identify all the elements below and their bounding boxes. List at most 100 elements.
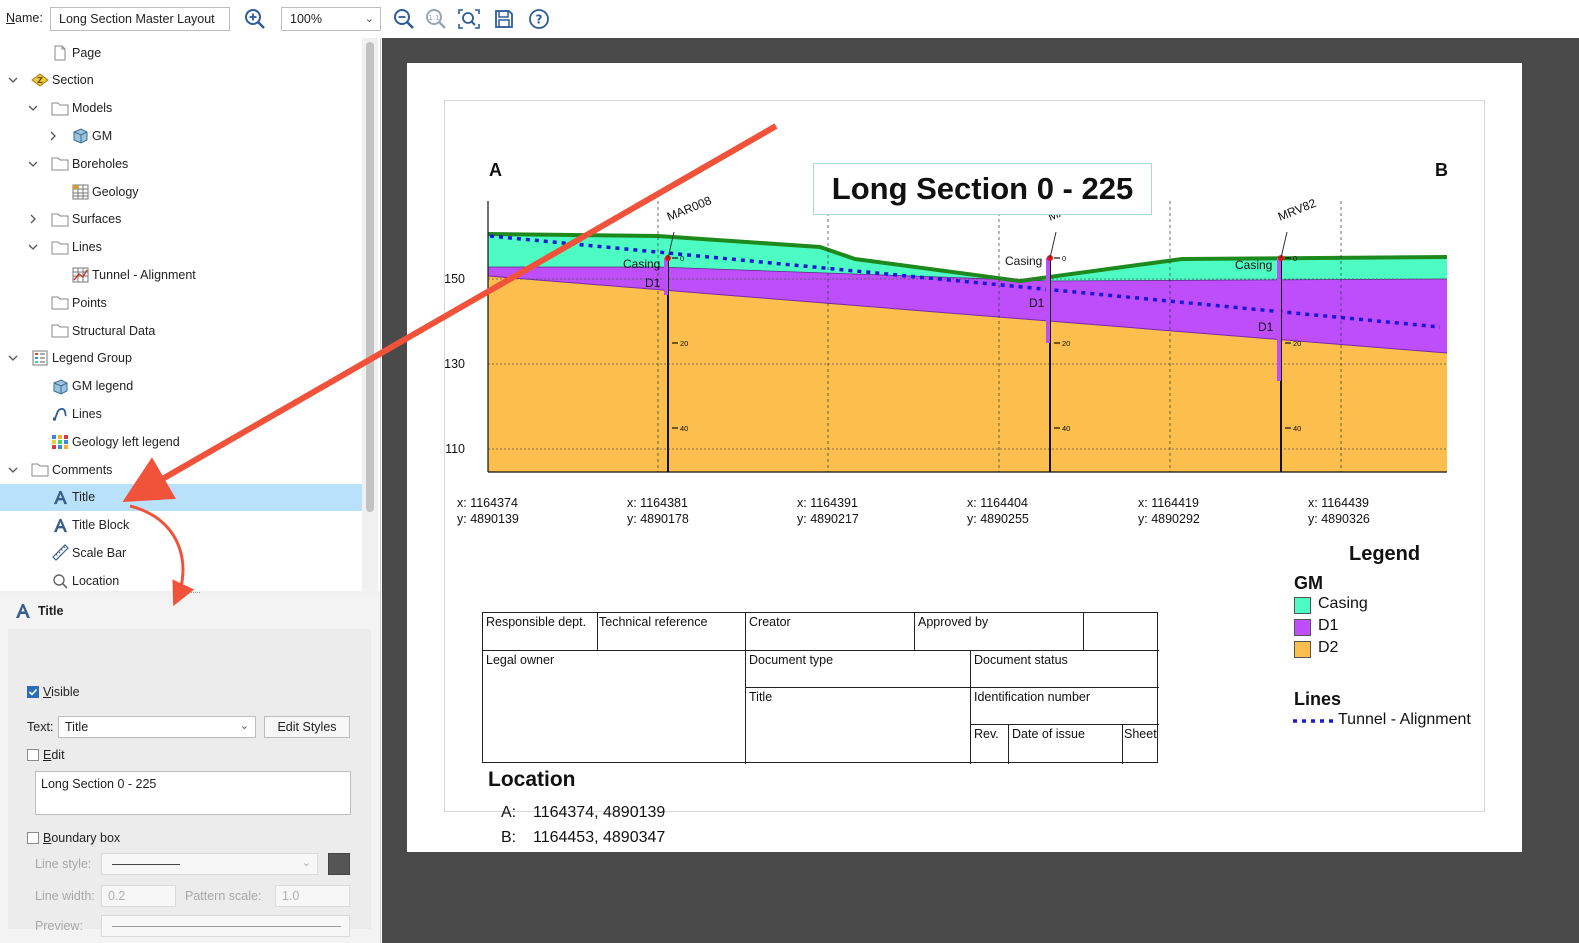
- tree-item-boreholes[interactable]: Boreholes: [0, 150, 362, 177]
- coordinate-label: x: 1164419 y: 4890292: [1138, 495, 1200, 527]
- layout-page[interactable]: 150130110ABMAR008CasingD102040MAR009Casi…: [407, 63, 1522, 852]
- tree-item-title[interactable]: Title: [0, 483, 362, 511]
- preview-label: Preview:: [35, 919, 83, 933]
- text-label: Text:: [27, 720, 54, 734]
- tree-item-section[interactable]: Z Section: [0, 67, 362, 94]
- section-end-b: B: [1435, 160, 1448, 180]
- chevron-right-icon[interactable]: [46, 129, 60, 143]
- zoom-select[interactable]: 100% ⌄: [281, 7, 381, 31]
- line-width-input[interactable]: 0.2: [101, 885, 176, 907]
- pattern-scale-input[interactable]: 1.0: [275, 885, 350, 907]
- tree-item-scale-bar[interactable]: Scale Bar: [0, 539, 362, 566]
- coordinate-label: x: 1164439 y: 4890326: [1308, 495, 1370, 527]
- coordinate-label: x: 1164381 y: 4890178: [627, 495, 689, 527]
- tree-item-tunnel-alignment[interactable]: Tunnel - Alignment: [0, 261, 362, 288]
- tree-item-points[interactable]: Points: [0, 289, 362, 316]
- boundary-box-checkbox[interactable]: [27, 832, 39, 844]
- tree-item-page[interactable]: Page: [0, 39, 362, 66]
- help-icon[interactable]: ?: [525, 5, 553, 33]
- chevron-right-icon[interactable]: [26, 212, 40, 226]
- tree-item-location[interactable]: Location: [0, 567, 362, 591]
- depth-tick-label: 20: [1293, 339, 1301, 348]
- zoom-actual-icon[interactable]: 1:1: [422, 5, 450, 33]
- zoom-fit-icon[interactable]: [455, 5, 483, 33]
- splitter-grip[interactable]: [178, 592, 200, 594]
- tree-item-geology[interactable]: Geology: [0, 178, 362, 205]
- edit-styles-button[interactable]: Edit Styles: [264, 716, 350, 738]
- tree-item-label: Legend Group: [52, 351, 132, 366]
- tree-item-surfaces[interactable]: Surfaces: [0, 206, 362, 233]
- depth-tick-label: 40: [680, 424, 688, 433]
- legend-lines-heading: Lines: [1294, 689, 1342, 709]
- y-tick-label: 110: [445, 442, 465, 456]
- tb-document-status: Document status: [974, 653, 1068, 667]
- line-color-swatch[interactable]: [328, 853, 350, 875]
- tree-scrollbar-thumb[interactable]: [366, 42, 374, 512]
- section-title[interactable]: Long Section 0 - 225: [813, 163, 1152, 215]
- tb-creator: Creator: [749, 615, 791, 629]
- borehole-d1-label: D1: [645, 276, 661, 290]
- coordinate-label: x: 1164391 y: 4890217: [797, 495, 859, 527]
- coordinate-x: x: 1164391: [797, 496, 858, 510]
- folder-icon: [51, 155, 69, 173]
- legend-tunnel-swatch: [1293, 719, 1333, 723]
- title-block[interactable]: Responsible dept. Technical reference Cr…: [482, 612, 1159, 764]
- tree-item-lines[interactable]: Lines: [0, 400, 362, 427]
- coordinate-y: y: 4890217: [797, 512, 859, 526]
- borehole-leader: [1049, 231, 1057, 259]
- tb-document-type: Document type: [749, 653, 834, 667]
- tree-item-label: Models: [72, 101, 113, 116]
- tree-item-label: Lines: [72, 406, 102, 421]
- visible-label: Visible: [43, 685, 80, 699]
- chevron-down-icon[interactable]: [6, 351, 20, 365]
- name-input[interactable]: [50, 7, 230, 31]
- tree-item-comments[interactable]: Comments: [0, 456, 362, 483]
- borehole-casing-label: Casing: [1235, 258, 1272, 272]
- tree-item-models[interactable]: Models: [0, 95, 362, 122]
- save-icon[interactable]: [490, 5, 518, 33]
- tree-item-structural-data[interactable]: Structural Data: [0, 317, 362, 344]
- visible-checkbox[interactable]: [27, 686, 39, 698]
- edit-checkbox[interactable]: [27, 749, 39, 761]
- name-label: Name:: [6, 11, 43, 25]
- tree-item-geology-left-legend[interactable]: Geology left legend: [0, 428, 362, 455]
- text-a-icon: [51, 488, 69, 506]
- properties-body: Visible Text: Title ⌄ Edit Styles Edit Lo…: [8, 629, 371, 937]
- edit-text-area[interactable]: Long Section 0 - 225: [35, 771, 351, 815]
- line-style-select[interactable]: ⌄: [101, 853, 318, 875]
- y-tick-label: 150: [445, 272, 465, 286]
- folder-icon: [51, 99, 69, 117]
- tree-item-lines[interactable]: Lines: [0, 234, 362, 261]
- tree-item-label: GM: [92, 128, 113, 143]
- chevron-down-icon[interactable]: [26, 157, 40, 171]
- chevron-down-icon[interactable]: [6, 73, 20, 87]
- legend-swatch-d1: [1294, 619, 1311, 636]
- properties-header: Title: [0, 595, 380, 627]
- ruler-icon: [51, 544, 69, 562]
- zoom-out-icon[interactable]: [390, 5, 418, 33]
- y-tick-label: 130: [445, 357, 465, 371]
- tree-item-gm-legend[interactable]: GM legend: [0, 373, 362, 400]
- color-legend-icon: [51, 433, 69, 451]
- tree-item-legend-group[interactable]: Legend Group: [0, 345, 362, 372]
- legend-swatch-casing: [1294, 597, 1311, 614]
- section-icon: Z: [31, 71, 49, 89]
- chevron-down-icon[interactable]: [26, 101, 40, 115]
- left-panel: Page Z Section Models GM Boreholes Geology Surf…: [0, 38, 381, 943]
- tree-item-label: Title Block: [72, 518, 130, 533]
- tb-rev: Rev.: [974, 727, 999, 741]
- tree-item-title-block[interactable]: Title Block: [0, 512, 362, 539]
- tree-scrollbar[interactable]: [362, 38, 378, 591]
- layout-canvas[interactable]: 150130110ABMAR008CasingD102040MAR009Casi…: [382, 38, 1579, 943]
- folder-icon: [51, 210, 69, 228]
- text-select[interactable]: Title ⌄: [58, 716, 256, 738]
- chevron-down-icon[interactable]: [6, 463, 20, 477]
- borehole-interval: [664, 258, 668, 295]
- legend-swatch-d2: [1294, 641, 1311, 658]
- line-preview: [101, 915, 350, 937]
- text-a-icon: [51, 516, 69, 534]
- zoom-in-icon[interactable]: [241, 5, 269, 33]
- chevron-down-icon[interactable]: [26, 240, 40, 254]
- coordinate-x: x: 1164381: [627, 496, 688, 510]
- tree-item-gm[interactable]: GM: [0, 122, 362, 149]
